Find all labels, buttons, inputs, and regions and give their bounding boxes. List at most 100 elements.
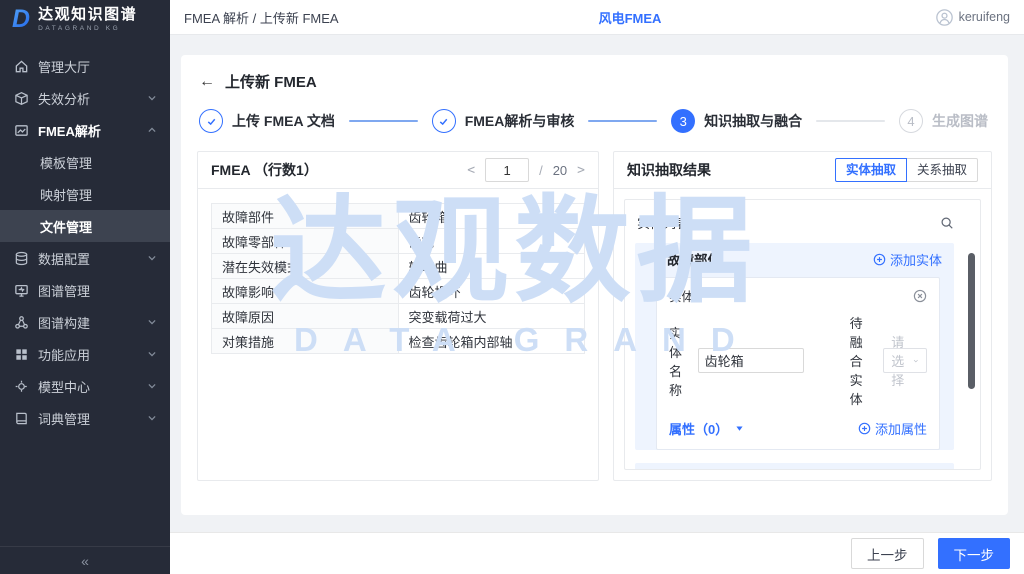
entity-list-container: 实体列表 故障部件 添加实体	[624, 199, 981, 470]
entity-section-fault-component: 故障零部件 添加实体	[635, 463, 954, 470]
chevron-up-icon	[147, 125, 157, 135]
entity-section-fault-part: 故障部件 添加实体 实体1	[635, 243, 954, 450]
username: keruifeng	[959, 10, 1010, 24]
plus-circle-icon	[873, 253, 886, 266]
section-title: 故障部件	[667, 249, 721, 269]
table-row: 故障原因突变载荷过大	[212, 304, 585, 329]
main-content: ← 上传新 FMEA 上传 FMEA 文档 FMEA解析与审核 3 知识抽取与融…	[170, 35, 1024, 574]
sidebar-item-dictionary-manage[interactable]: 词典管理	[0, 402, 170, 434]
step-2: FMEA解析与审核	[432, 109, 575, 133]
entity-card-title: 实体1	[669, 286, 701, 305]
step-label: 知识抽取与融合	[704, 111, 802, 131]
attributes-toggle[interactable]: 属性（0）	[669, 419, 744, 438]
document-title-link[interactable]: 风电FMEA	[599, 8, 662, 27]
sidebar-collapse-button[interactable]: «	[0, 546, 170, 574]
caret-down-icon	[735, 424, 744, 433]
model-icon	[14, 379, 29, 394]
add-entity-button[interactable]: 添加实体	[873, 250, 942, 269]
graph-icon	[14, 315, 29, 330]
fmea-panel-title: FMEA （行数1）	[211, 160, 318, 180]
logo[interactable]: D 达观知识图谱 DATAGRAND KG	[0, 0, 170, 38]
table-row: 故障影响齿轮损坏	[212, 279, 585, 304]
chevron-down-icon	[147, 93, 157, 103]
user-avatar-icon	[936, 9, 953, 26]
fmea-row-panel: FMEA （行数1） < / 20 > 故障部件齿轮箱 故障零部件齿轮 潜在失效…	[197, 151, 599, 481]
next-step-button[interactable]: 下一步	[938, 538, 1011, 569]
scrollbar-thumb[interactable]	[968, 253, 975, 389]
tab-entity-extraction[interactable]: 实体抽取	[835, 158, 907, 182]
pagination: < / 20 >	[467, 158, 585, 182]
sidebar-item-mapping-manage[interactable]: 映射管理	[0, 178, 170, 210]
footer-bar: 上一步 下一步	[170, 532, 1024, 574]
sidebar-item-data-config[interactable]: 数据配置	[0, 242, 170, 274]
step-indicator: 上传 FMEA 文档 FMEA解析与审核 3 知识抽取与融合 4 生成图谱	[199, 109, 988, 133]
add-entity-button[interactable]: 添加实体	[873, 470, 942, 471]
image-icon	[14, 123, 29, 138]
page-title: 上传新 FMEA	[225, 71, 317, 92]
logo-icon: D	[12, 7, 30, 32]
section-title: 故障零部件	[667, 469, 735, 470]
page-total: 20	[553, 163, 567, 178]
table-row: 潜在失效模式轴弯曲	[212, 254, 585, 279]
sidebar-item-fmea-parse[interactable]: FMEA解析	[0, 114, 170, 146]
sidebar-item-graph-build[interactable]: 图谱构建	[0, 306, 170, 338]
step-number: 4	[899, 109, 923, 133]
database-icon	[14, 251, 29, 266]
monitor-icon	[14, 283, 29, 298]
chevron-down-icon	[147, 253, 157, 263]
step-1: 上传 FMEA 文档	[199, 109, 335, 133]
sidebar-item-admin-hall[interactable]: 管理大厅	[0, 50, 170, 82]
topbar: FMEA 解析 / 上传新 FMEA 风电FMEA keruifeng	[170, 0, 1024, 35]
entity-name-label: 实体名称	[669, 323, 690, 399]
section-header[interactable]: 故障零部件 添加实体	[635, 463, 954, 470]
extraction-panel: 知识抽取结果 实体抽取 关系抽取 实体列表	[613, 151, 992, 481]
page-next-icon[interactable]: >	[577, 163, 585, 178]
extraction-panel-title: 知识抽取结果	[627, 160, 711, 180]
previous-step-button[interactable]: 上一步	[851, 538, 924, 569]
chevron-down-icon	[147, 349, 157, 359]
close-circle-icon[interactable]	[913, 289, 927, 303]
page-number-input[interactable]	[485, 158, 529, 182]
table-row: 故障部件齿轮箱	[212, 204, 585, 229]
check-icon	[432, 109, 456, 133]
sidebar-item-failure-analysis[interactable]: 失效分析	[0, 82, 170, 114]
sidebar: D 达观知识图谱 DATAGRAND KG 管理大厅 失效分析 FMEA解析 模…	[0, 0, 170, 574]
step-label: 上传 FMEA 文档	[232, 111, 335, 131]
merge-entity-label: 待融合实体	[850, 313, 876, 408]
tab-relation-extraction[interactable]: 关系抽取	[906, 158, 978, 182]
step-3: 3 知识抽取与融合	[671, 109, 802, 133]
back-arrow-icon[interactable]: ←	[199, 74, 215, 90]
section-header[interactable]: 故障部件 添加实体	[635, 243, 954, 275]
merge-entity-select[interactable]: 请选择	[883, 348, 927, 373]
entity-card: 实体1 实体名称 待融合实体 请选择	[656, 277, 940, 450]
user-menu[interactable]: keruifeng	[936, 9, 1010, 26]
sidebar-item-template-manage[interactable]: 模板管理	[0, 146, 170, 178]
logo-subtitle: DATAGRAND KG	[38, 25, 137, 32]
entity-name-input[interactable]	[698, 348, 804, 373]
add-attribute-button[interactable]: 添加属性	[858, 419, 927, 438]
apps-icon	[14, 347, 29, 362]
step-4: 4 生成图谱	[899, 109, 988, 133]
chevron-down-icon	[147, 317, 157, 327]
logo-title: 达观知识图谱	[38, 6, 137, 23]
search-icon[interactable]	[940, 216, 954, 230]
chevron-down-icon	[647, 254, 658, 265]
sidebar-item-function-apps[interactable]: 功能应用	[0, 338, 170, 370]
step-label: FMEA解析与审核	[465, 111, 575, 131]
sidebar-item-graph-manage[interactable]: 图谱管理	[0, 274, 170, 306]
cube-icon	[14, 91, 29, 106]
fmea-table: 故障部件齿轮箱 故障零部件齿轮 潜在失效模式轴弯曲 故障影响齿轮损坏 故障原因突…	[211, 203, 585, 354]
chevron-down-icon	[913, 356, 919, 366]
entity-list-title: 实体列表	[637, 213, 689, 232]
page-prev-icon[interactable]: <	[467, 163, 475, 178]
sidebar-menu: 管理大厅 失效分析 FMEA解析 模板管理 映射管理 文件管理 数据配置 图谱	[0, 38, 170, 434]
sidebar-item-model-center[interactable]: 模型中心	[0, 370, 170, 402]
page-separator: /	[539, 163, 543, 178]
chevron-down-icon	[147, 381, 157, 391]
step-label: 生成图谱	[932, 111, 988, 131]
home-icon	[14, 59, 29, 74]
table-row: 对策措施检查齿轮箱内部轴	[212, 329, 585, 354]
step-connector	[588, 120, 657, 122]
upload-card: ← 上传新 FMEA 上传 FMEA 文档 FMEA解析与审核 3 知识抽取与融…	[181, 55, 1008, 515]
sidebar-item-file-manage[interactable]: 文件管理	[0, 210, 170, 242]
